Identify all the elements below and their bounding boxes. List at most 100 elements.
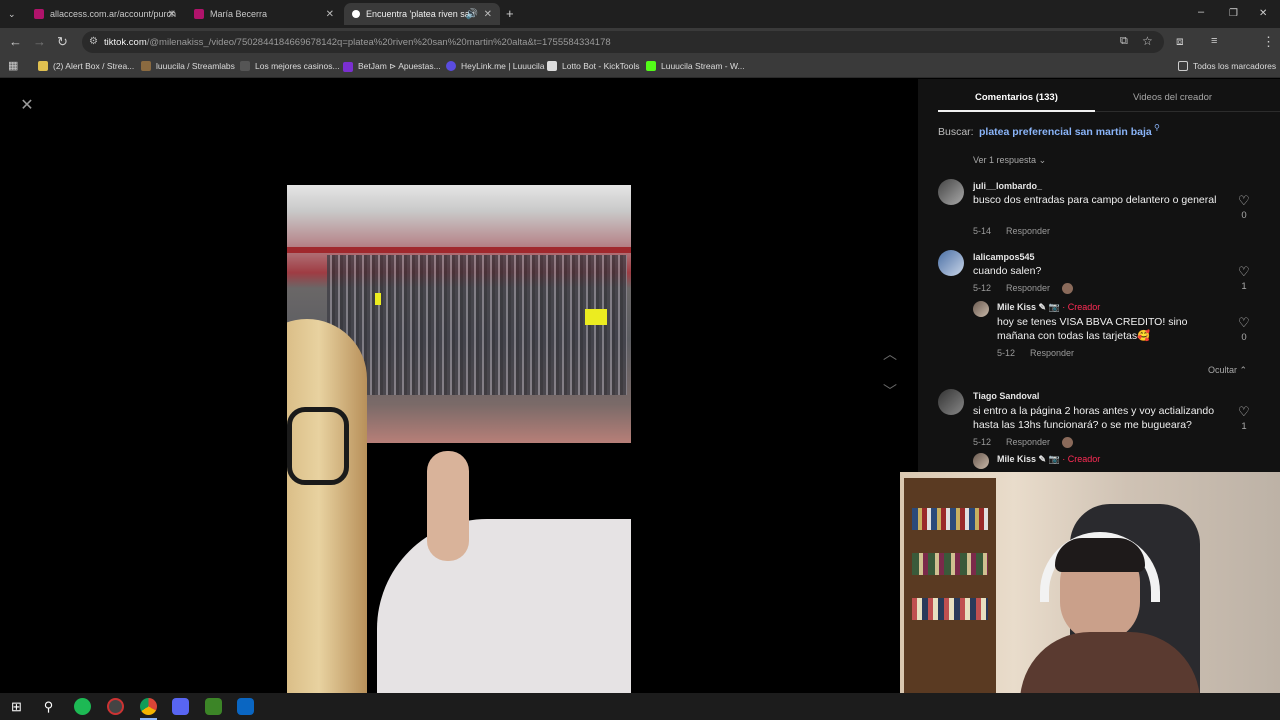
extensions-icon[interactable]: ⧈ bbox=[1176, 35, 1184, 48]
chevron-up-icon[interactable]: ︿ bbox=[880, 344, 900, 364]
close-window-icon[interactable]: ✕ bbox=[1259, 7, 1267, 20]
windows-start-icon[interactable]: ⊞ bbox=[8, 698, 25, 715]
bookmark-betjam[interactable]: BetJam ⊳ Apuestas... bbox=[343, 61, 441, 72]
cast-icon[interactable]: ⧉ bbox=[1120, 35, 1128, 48]
bookmark-label: Los mejores casinos... bbox=[255, 61, 340, 71]
forward-icon[interactable]: → bbox=[33, 35, 46, 48]
reply-button[interactable]: Responder bbox=[1006, 437, 1050, 447]
chevron-down-icon[interactable]: ﹀ bbox=[880, 381, 900, 401]
hide-replies-button[interactable]: Ocultar ⌃ bbox=[1208, 365, 1247, 376]
streamer-beanie bbox=[1055, 538, 1145, 572]
creator-liked-avatar bbox=[1062, 283, 1073, 294]
bookmark-casinos[interactable]: Los mejores casinos... bbox=[240, 61, 340, 71]
bookmark-luuucila-stream[interactable]: Luuucila Stream - W... bbox=[646, 61, 745, 71]
bookmark-star-icon[interactable]: ☆ bbox=[1142, 35, 1153, 48]
tab-creator-videos[interactable]: Videos del creador bbox=[1133, 92, 1212, 103]
tab-search-icon[interactable]: ⌄ bbox=[8, 8, 16, 21]
tab-title: Encuentra 'platea riven san bbox=[366, 9, 475, 19]
comment-username[interactable]: lalicampos545 bbox=[973, 252, 1035, 262]
browser-toolbar: ← → ↻ ⚙ tiktok.com/@milenakiss_/video/75… bbox=[0, 28, 1280, 76]
spotify-icon[interactable] bbox=[74, 698, 91, 715]
reply-button[interactable]: Responder bbox=[1006, 283, 1050, 293]
like-count: 0 bbox=[1241, 210, 1247, 221]
close-icon[interactable]: ✕ bbox=[18, 97, 36, 115]
tab-allaccess[interactable]: allaccess.com.ar/account/purch ✕ bbox=[26, 3, 184, 25]
view-replies-button[interactable]: Ver 1 respuesta ⌄ bbox=[973, 155, 1046, 166]
bookmark-alert-box[interactable]: (2) Alert Box / Strea... bbox=[38, 61, 134, 71]
avatar[interactable] bbox=[973, 453, 989, 469]
comment-username[interactable]: Mile Kiss ✎ 📷 · Creador bbox=[997, 302, 1100, 313]
obs-icon[interactable] bbox=[107, 698, 124, 715]
comment-text: hoy se tenes VISA BBVA CREDITO! sino mañ… bbox=[997, 316, 1188, 342]
like-heart-icon[interactable]: ♡ bbox=[1238, 404, 1250, 420]
tab-maria-becerra[interactable]: María Becerra ✕ bbox=[186, 3, 342, 25]
back-icon[interactable]: ← bbox=[9, 35, 22, 48]
discord-icon[interactable] bbox=[172, 698, 189, 715]
tab-divider bbox=[1095, 111, 1280, 112]
bookmark-favicon-icon bbox=[446, 61, 456, 71]
active-tab-underline bbox=[938, 110, 1095, 112]
comment-text: si entro a la página 2 horas antes y voy… bbox=[973, 405, 1215, 431]
apps-grid-icon[interactable]: ▦ bbox=[8, 60, 18, 73]
comment-username[interactable]: Mile Kiss ✎ 📷 · Creador bbox=[997, 454, 1100, 465]
like-heart-icon[interactable]: ♡ bbox=[1238, 193, 1250, 209]
webcam-overlay bbox=[900, 472, 1280, 693]
tab-comments[interactable]: Comentarios (133) bbox=[975, 92, 1058, 103]
minecraft-icon[interactable] bbox=[205, 698, 222, 715]
minimize-window-icon[interactable]: – bbox=[1198, 6, 1204, 19]
bookmark-lotto-bot[interactable]: Lotto Bot - KickTools bbox=[547, 61, 639, 71]
bookmark-all-folder[interactable]: Todos los marcadores bbox=[1178, 61, 1276, 71]
bookmark-heylink[interactable]: HeyLink.me | Luuucila bbox=[446, 61, 544, 71]
hide-label: Ocultar bbox=[1208, 365, 1238, 375]
search-icon[interactable]: ⚲ bbox=[40, 698, 57, 715]
new-tab-icon[interactable]: + bbox=[506, 7, 514, 20]
avatar[interactable] bbox=[938, 250, 964, 276]
windows-taskbar: ⊞ ⚲ bbox=[0, 693, 1280, 720]
reply-button[interactable]: Responder bbox=[1030, 348, 1074, 358]
books-row bbox=[912, 598, 988, 620]
like-heart-icon[interactable]: ♡ bbox=[1238, 264, 1250, 280]
close-tab-icon[interactable]: ✕ bbox=[326, 9, 334, 20]
restore-window-icon[interactable]: ❐ bbox=[1229, 7, 1238, 20]
chevron-down-icon: ⌄ bbox=[1038, 155, 1047, 165]
avatar[interactable] bbox=[938, 389, 964, 415]
comment-username[interactable]: Tiago Sandoval bbox=[973, 391, 1039, 401]
tab-title: allaccess.com.ar/account/purch bbox=[50, 9, 177, 19]
bookmark-favicon-icon bbox=[547, 61, 557, 71]
tab-tiktok[interactable]: Encuentra 'platea riven san 🔊 ✕ bbox=[344, 3, 500, 25]
bookmark-label: (2) Alert Box / Strea... bbox=[53, 61, 135, 71]
chrome-icon[interactable] bbox=[140, 698, 157, 715]
menu-kebab-icon[interactable]: ⋮ bbox=[1262, 35, 1275, 48]
username-label: Mile Kiss ✎ 📷 bbox=[997, 302, 1060, 312]
avatar[interactable] bbox=[973, 301, 989, 317]
reload-icon[interactable]: ↻ bbox=[57, 35, 68, 48]
creator-hand-pointing bbox=[427, 451, 469, 561]
audio-playing-icon[interactable]: 🔊 bbox=[466, 9, 478, 20]
bookmark-streamlabs[interactable]: luuucila / Streamlabs bbox=[141, 61, 235, 71]
close-tab-icon[interactable]: ✕ bbox=[484, 9, 492, 20]
search-query-link[interactable]: platea preferencial san martin baja bbox=[979, 126, 1152, 138]
creator-sweater bbox=[377, 519, 631, 693]
bookshelf bbox=[904, 478, 996, 693]
reading-list-icon[interactable]: ≡ bbox=[1211, 35, 1217, 48]
address-bar[interactable]: ⚙ tiktok.com/@milenakiss_/video/75028441… bbox=[82, 31, 1164, 53]
tab-title: María Becerra bbox=[210, 9, 268, 19]
tiktok-favicon-icon bbox=[352, 10, 360, 18]
url-host: tiktok.com bbox=[104, 36, 147, 48]
bookmark-favicon-icon bbox=[38, 61, 48, 71]
bookmark-favicon-icon bbox=[141, 61, 151, 71]
outlook-icon[interactable] bbox=[237, 698, 254, 715]
stage-screen bbox=[375, 293, 381, 305]
books-row bbox=[912, 508, 988, 530]
close-tab-icon[interactable]: ✕ bbox=[168, 9, 176, 20]
avatar[interactable] bbox=[938, 179, 964, 205]
comment-username[interactable]: juli__lombardo_ bbox=[973, 181, 1042, 191]
creator-glasses bbox=[287, 407, 349, 485]
stands-stripe bbox=[287, 247, 631, 253]
like-heart-icon[interactable]: ♡ bbox=[1238, 315, 1250, 331]
bookmark-label: Lotto Bot - KickTools bbox=[562, 61, 640, 71]
reply-button[interactable]: Responder bbox=[1006, 226, 1050, 236]
folder-icon bbox=[1178, 61, 1188, 71]
video-player[interactable] bbox=[287, 79, 631, 693]
site-info-icon[interactable]: ⚙ bbox=[89, 36, 98, 47]
